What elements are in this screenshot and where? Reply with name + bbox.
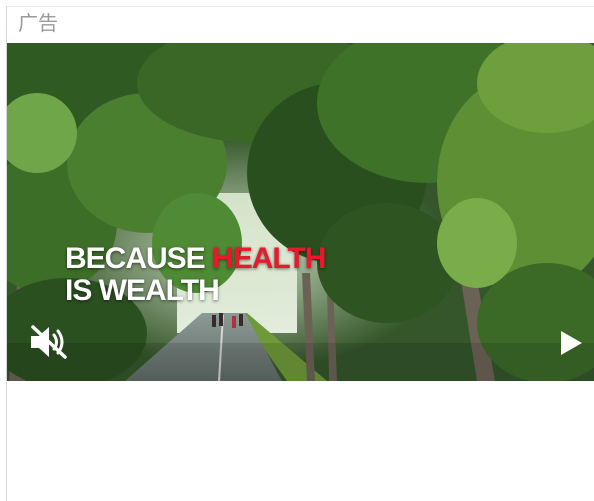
headline-accent-word: HEALTH — [212, 242, 326, 275]
play-button[interactable] — [558, 329, 584, 357]
headline-line-2: IS WEALTH — [65, 274, 220, 307]
video-frame-image — [7, 43, 594, 381]
ad-headline: BECAUSE HEALTH IS WEALTH — [65, 242, 326, 307]
ad-label: 广告 — [18, 11, 58, 35]
video-player[interactable]: BECAUSE HEALTH IS WEALTH — [7, 43, 594, 381]
headline-line-1: BECAUSE HEALTH — [65, 242, 326, 275]
headline-prefix: BECAUSE — [65, 242, 213, 275]
speaker-muted-icon — [31, 325, 67, 359]
mute-button[interactable] — [27, 324, 69, 360]
ad-container: 广告 BECAUSE HEALTH IS WEALTH — [6, 6, 594, 501]
play-icon — [561, 331, 582, 355]
